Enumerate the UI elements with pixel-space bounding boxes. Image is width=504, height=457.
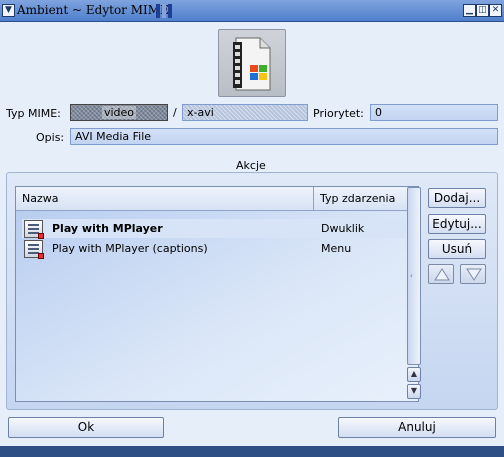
action-icon <box>24 220 44 239</box>
title-bar[interactable]: ▼ Ambient ~ Edytor MIME ▁ ◫ ✕ <box>0 0 504 22</box>
list-scrollbar[interactable]: ‹ ▲ ▼ <box>407 187 421 401</box>
title-decoration-icon <box>156 4 178 18</box>
mime-subtype-field[interactable]: x-avi <box>182 104 308 121</box>
mime-type-label: Typ MIME: <box>6 107 61 120</box>
add-action-button[interactable]: Dodaj... <box>428 188 486 208</box>
action-event-type: Menu <box>321 242 352 255</box>
close-icon[interactable]: ✕ <box>489 4 502 17</box>
move-down-button[interactable] <box>460 264 486 284</box>
mime-subtype-value: x-avi <box>187 106 214 119</box>
list-item[interactable]: Play with MPlayer Dwuklik <box>22 219 406 239</box>
list-item[interactable]: Play with MPlayer (captions) Menu <box>22 239 406 259</box>
mime-category-value: video <box>101 106 137 119</box>
description-value: AVI Media File <box>75 130 152 143</box>
actions-group-title: Akcje <box>236 159 266 172</box>
action-name: Play with MPlayer (captions) <box>52 242 208 255</box>
column-header-event-type[interactable]: Typ zdarzenia <box>316 187 416 211</box>
mime-category-field[interactable]: video <box>70 104 168 121</box>
window-title: Ambient ~ Edytor MIME <box>17 3 169 17</box>
iconify-icon[interactable]: ▁ <box>463 4 476 17</box>
scroll-down-button[interactable]: ▼ <box>407 384 421 399</box>
priority-field[interactable]: 0 <box>370 104 498 121</box>
down-arrow-icon <box>466 268 482 281</box>
up-arrow-icon <box>434 268 450 281</box>
mime-separator: / <box>173 106 177 119</box>
move-up-button[interactable] <box>428 264 454 284</box>
action-icon <box>24 240 44 259</box>
column-header-name[interactable]: Nazwa <box>18 187 314 211</box>
zoom-icon[interactable]: ◫ <box>476 4 489 17</box>
window-bottom-border <box>0 446 504 457</box>
cancel-button[interactable]: Anuluj <box>338 417 496 438</box>
description-field[interactable]: AVI Media File <box>70 128 498 145</box>
video-file-icon <box>233 37 271 91</box>
list-header: Nazwa Typ zdarzenia <box>16 187 418 211</box>
scroll-up-button[interactable]: ▲ <box>407 367 421 382</box>
action-event-type: Dwuklik <box>321 222 365 235</box>
menu-triangle-icon[interactable]: ▼ <box>2 4 15 17</box>
action-name: Play with MPlayer <box>52 222 163 235</box>
scrollbar-track[interactable]: ‹ <box>407 187 421 365</box>
edit-action-button[interactable]: Edytuj... <box>428 214 486 234</box>
actions-list[interactable]: Nazwa Typ zdarzenia Play with MPlayer Dw… <box>15 186 419 402</box>
priority-value: 0 <box>375 106 382 119</box>
mime-icon-button[interactable] <box>218 29 286 97</box>
priority-label: Priorytet: <box>313 107 364 120</box>
description-label: Opis: <box>36 131 65 144</box>
remove-action-button[interactable]: Usuń <box>428 239 486 259</box>
scrollbar-grip-icon: ‹ <box>410 272 413 280</box>
ok-button[interactable]: Ok <box>8 417 164 438</box>
